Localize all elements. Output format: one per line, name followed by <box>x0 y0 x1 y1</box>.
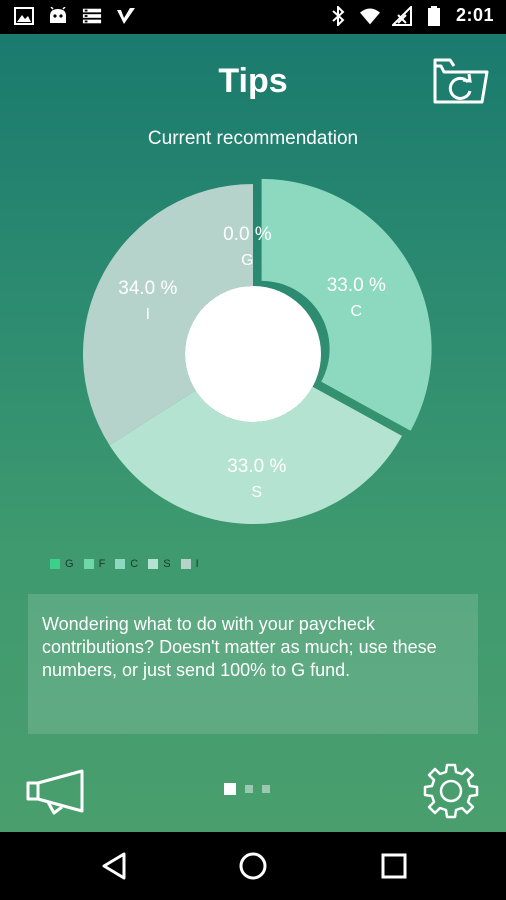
legend-label: F <box>98 558 106 570</box>
settings-button[interactable] <box>422 762 480 820</box>
tip-text: Wondering what to do with your paycheck … <box>42 614 437 680</box>
legend-swatch <box>50 559 60 569</box>
legend-item-s: S <box>148 558 171 570</box>
home-icon <box>239 852 267 880</box>
battery-icon <box>424 5 444 26</box>
legend-swatch <box>180 559 191 569</box>
legend-label: C <box>130 558 139 570</box>
page-dot[interactable] <box>224 783 236 795</box>
server-icon <box>82 6 102 26</box>
system-nav-bar <box>0 832 506 900</box>
legend-label: S <box>163 558 171 570</box>
recents-icon <box>381 853 407 879</box>
slice-name-label-c: C <box>351 303 363 320</box>
clock: 2:01 <box>455 5 494 25</box>
chart-legend: GFCSI <box>50 558 203 570</box>
page-dot[interactable] <box>262 785 270 793</box>
wifi-icon <box>359 6 380 26</box>
checkmark-badge-icon <box>116 6 136 26</box>
legend-item-i: I <box>180 558 199 570</box>
legend-label: I <box>195 558 199 570</box>
slice-name-label-i: I <box>146 306 150 323</box>
slice-value-label-i: 34.0 % <box>118 278 177 299</box>
slice-value-label-c: 33.0 % <box>327 275 386 296</box>
legend-swatch <box>148 559 159 569</box>
android-icon <box>48 6 68 26</box>
donut-hole <box>185 286 321 422</box>
tip-card: Wondering what to do with your paycheck … <box>28 594 478 734</box>
legend-item-f: F <box>83 558 106 570</box>
legend-item-c: C <box>115 558 138 570</box>
page-dot[interactable] <box>245 785 253 793</box>
nav-recents-button[interactable] <box>374 848 414 884</box>
nav-home-button[interactable] <box>233 848 273 884</box>
legend-swatch <box>83 559 94 569</box>
image-icon <box>14 6 34 26</box>
slice-name-label-s: S <box>251 484 262 501</box>
bluetooth-icon <box>328 5 348 26</box>
slice-name-label-g: G <box>241 252 253 269</box>
legend-swatch <box>115 559 126 569</box>
page-indicator <box>224 783 270 795</box>
announcements-button[interactable] <box>24 767 90 817</box>
tips-screen: Tips Current recommendation 0.0 % G 33.0 %… <box>0 34 506 832</box>
signal-icon <box>391 5 412 26</box>
megaphone-icon <box>26 769 84 815</box>
legend-item-g: G <box>50 558 74 570</box>
gear-icon <box>423 763 479 819</box>
back-icon <box>102 852 126 880</box>
slice-value-label-g: 0.0 % <box>223 224 272 245</box>
slice-value-label-s: 33.0 % <box>227 456 286 477</box>
status-bar: 2:01 <box>0 0 506 34</box>
legend-label: G <box>65 558 74 570</box>
nav-back-button[interactable] <box>94 848 134 884</box>
allocation-donut-chart[interactable]: 0.0 % G 33.0 % C 33.0 % S 34.0 % I <box>0 34 506 594</box>
